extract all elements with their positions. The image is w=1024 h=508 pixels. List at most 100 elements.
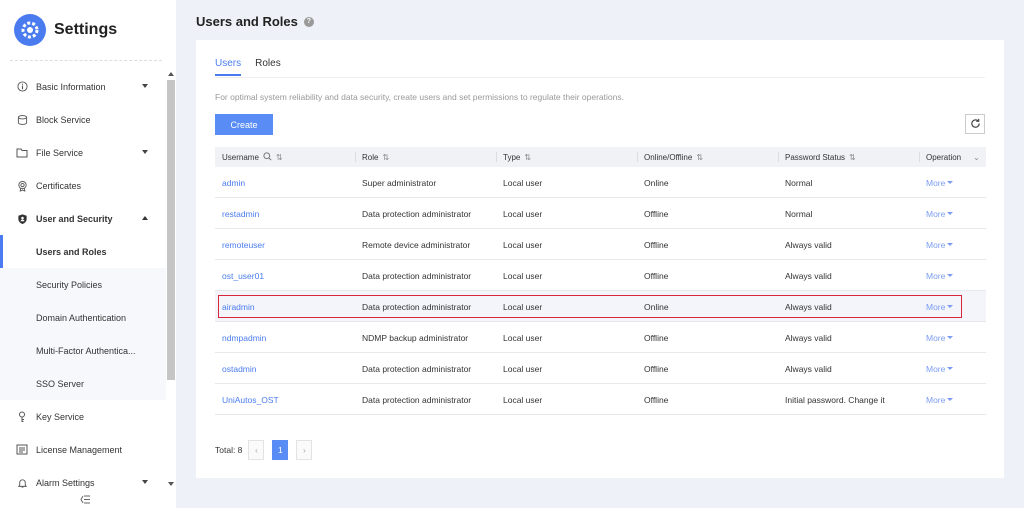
more-dropdown[interactable]: More bbox=[926, 239, 954, 250]
username-link[interactable]: ost_user01 bbox=[215, 260, 355, 291]
prev-page-button[interactable]: ‹ bbox=[248, 440, 265, 460]
column-header-online-offline[interactable]: Online/Offline ⇅ bbox=[637, 147, 778, 167]
column-header-label: Operation bbox=[926, 152, 962, 162]
chevron-down-icon bbox=[947, 367, 954, 370]
refresh-button[interactable] bbox=[965, 114, 985, 134]
sort-icon[interactable]: ⇅ bbox=[276, 153, 283, 162]
sidebar-item-label: Basic Information bbox=[36, 81, 106, 92]
sidebar-item-file-service[interactable]: File Service bbox=[0, 136, 166, 169]
sort-icon[interactable]: ⇅ bbox=[524, 153, 531, 162]
password-status-cell: Normal bbox=[785, 208, 813, 219]
more-dropdown[interactable]: More bbox=[926, 209, 954, 219]
username-link[interactable]: restadmin bbox=[215, 198, 355, 229]
sidebar-item-basic-information[interactable]: Basic Information bbox=[0, 70, 166, 103]
more-label: More bbox=[926, 301, 946, 312]
username-link[interactable]: UniAutos_OST bbox=[215, 384, 355, 415]
table-header: Username ⇅ Role ⇅ Type ⇅ Online/Offline … bbox=[215, 147, 986, 167]
username-link[interactable]: ostadmin bbox=[215, 353, 355, 384]
type-cell: Local user bbox=[503, 177, 543, 188]
role-cell: Data protection administrator bbox=[362, 363, 472, 374]
create-button[interactable]: Create bbox=[215, 114, 273, 135]
shield-icon bbox=[16, 213, 28, 225]
username-link[interactable]: airadmin bbox=[215, 291, 355, 322]
sidebar-divider bbox=[10, 60, 162, 61]
collapse-sidebar-icon[interactable] bbox=[80, 495, 90, 507]
username-link[interactable]: admin bbox=[215, 167, 355, 198]
sidebar-item-user-and-security[interactable]: User and Security bbox=[0, 202, 166, 235]
more-label: More bbox=[926, 270, 946, 281]
sidebar-item-label: Alarm Settings bbox=[36, 477, 95, 488]
password-status-cell: Always valid bbox=[785, 270, 832, 281]
more-label: More bbox=[926, 177, 946, 188]
sidebar-scrollbar[interactable] bbox=[166, 70, 176, 490]
online-status-cell: Offline bbox=[644, 239, 669, 250]
type-cell: Local user bbox=[503, 394, 543, 405]
more-dropdown[interactable]: More bbox=[926, 395, 954, 405]
search-icon[interactable] bbox=[263, 151, 272, 163]
online-status-cell: Offline bbox=[644, 270, 669, 281]
more-dropdown[interactable]: More bbox=[926, 364, 954, 374]
sidebar-item-key-service[interactable]: Key Service bbox=[0, 400, 166, 433]
sidebar-item-users-and-roles[interactable]: Users and Roles bbox=[0, 235, 166, 268]
page-title: Users and Roles ? bbox=[196, 14, 314, 29]
password-status-cell: Initial password. Change it bbox=[785, 394, 885, 405]
scrollbar-thumb[interactable] bbox=[167, 80, 175, 380]
scroll-down-arrow-icon[interactable] bbox=[168, 482, 174, 486]
column-header-label: Role bbox=[362, 152, 379, 162]
help-icon[interactable]: ? bbox=[303, 16, 314, 27]
sidebar-item-license-management[interactable]: License Management bbox=[0, 433, 166, 466]
tab-roles[interactable]: Roles bbox=[255, 58, 281, 76]
sidebar-item-multi-factor-authentication[interactable]: Multi-Factor Authentica... bbox=[0, 334, 166, 367]
role-cell: Remote device administrator bbox=[362, 239, 471, 250]
sidebar-item-label: SSO Server bbox=[36, 378, 85, 389]
refresh-icon bbox=[970, 118, 981, 131]
password-status-cell: Normal bbox=[785, 177, 813, 188]
more-dropdown[interactable]: More bbox=[926, 301, 954, 312]
chevron-down-icon bbox=[947, 243, 954, 246]
chevron-down-icon bbox=[947, 212, 954, 215]
bell-icon bbox=[16, 477, 28, 489]
more-label: More bbox=[926, 332, 946, 343]
sidebar-item-label: Multi-Factor Authentica... bbox=[36, 345, 136, 356]
page-description: For optimal system reliability and data … bbox=[215, 92, 624, 102]
username-link[interactable]: ndmpadmin bbox=[215, 322, 355, 353]
table-row: ost_user01 Data protection administrator… bbox=[215, 260, 986, 291]
sidebar-title: Settings bbox=[54, 21, 118, 38]
column-header-operation: Operation ⌄ bbox=[919, 147, 986, 167]
tab-users[interactable]: Users bbox=[215, 58, 242, 76]
column-header-password-status[interactable]: Password Status ⇅ bbox=[778, 147, 919, 167]
chevron-down-icon bbox=[947, 181, 954, 184]
total-count: Total: 8 bbox=[215, 445, 243, 455]
sidebar-item-label: Security Policies bbox=[36, 279, 103, 290]
online-status-cell: Offline bbox=[644, 332, 669, 343]
more-dropdown[interactable]: More bbox=[926, 177, 954, 188]
sort-icon[interactable]: ⇅ bbox=[849, 153, 856, 162]
page-title-text: Users and Roles bbox=[196, 14, 298, 29]
page-button-current[interactable]: 1 bbox=[272, 440, 289, 460]
sidebar-item-certificates[interactable]: Certificates bbox=[0, 169, 166, 202]
scroll-up-arrow-icon[interactable] bbox=[168, 72, 174, 76]
column-header-type[interactable]: Type ⇅ bbox=[496, 147, 637, 167]
sidebar-item-domain-authentication[interactable]: Domain Authentication bbox=[0, 301, 166, 334]
next-page-button[interactable]: › bbox=[296, 440, 313, 460]
sidebar-item-label: File Service bbox=[36, 147, 84, 158]
column-header-username[interactable]: Username ⇅ bbox=[215, 147, 355, 167]
username-link[interactable]: remoteuser bbox=[215, 229, 355, 260]
sidebar-item-block-service[interactable]: Block Service bbox=[0, 103, 166, 136]
sort-icon[interactable]: ⇅ bbox=[382, 153, 389, 162]
certificate-icon bbox=[16, 180, 28, 192]
role-cell: Data protection administrator bbox=[362, 208, 472, 219]
sidebar-header: Settings bbox=[0, 0, 176, 60]
more-dropdown[interactable]: More bbox=[926, 332, 954, 343]
column-header-role[interactable]: Role ⇅ bbox=[355, 147, 496, 167]
online-status-cell: Offline bbox=[644, 208, 669, 219]
info-icon bbox=[16, 81, 28, 93]
more-dropdown[interactable]: More bbox=[926, 270, 954, 281]
sidebar-item-alarm-settings[interactable]: Alarm Settings bbox=[0, 466, 166, 490]
more-label: More bbox=[926, 239, 946, 250]
sort-icon[interactable]: ⇅ bbox=[696, 153, 703, 162]
column-settings-icon[interactable]: ⌄ bbox=[973, 153, 980, 162]
sidebar-item-sso-server[interactable]: SSO Server bbox=[0, 367, 166, 400]
chevron-down-icon bbox=[947, 305, 954, 308]
sidebar-item-security-policies[interactable]: Security Policies bbox=[0, 268, 166, 301]
